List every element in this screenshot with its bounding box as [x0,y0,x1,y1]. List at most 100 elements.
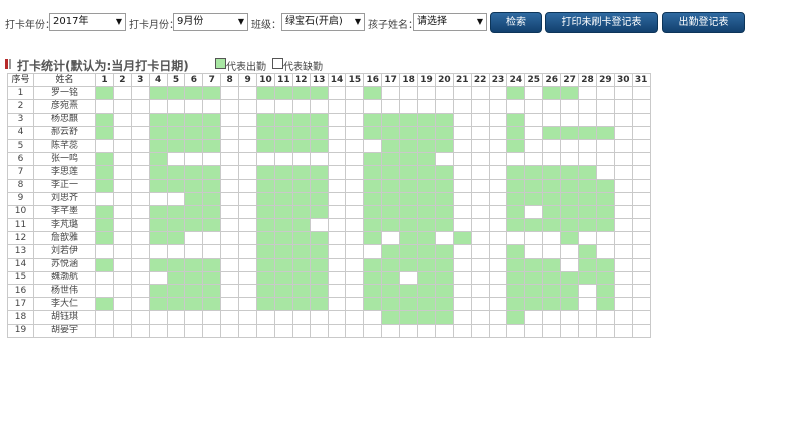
attendance-cell-absent [238,218,258,233]
attendance-cell-absent [220,165,240,180]
attendance-cell-absent [220,283,240,299]
attendance-cell-absent [130,99,150,114]
header-day: 21 [452,72,472,88]
attendance-cell-absent [220,112,240,127]
attendance-cell-absent [470,99,490,114]
attendance-cell-present [273,112,293,127]
attendance-cell-absent [631,204,651,220]
child-name: 罗一铭 [33,86,96,101]
attendance-cell-present [560,283,580,299]
attendance-cell-absent [417,323,436,338]
attendance-cell-absent [452,283,472,299]
header-day: 17 [381,72,401,88]
attendance-cell-absent [238,231,258,246]
attendance-cell-absent [613,191,633,206]
print-unswiped-button[interactable]: 打印未刷卡登记表 [545,12,658,33]
attendance-cell-absent [327,191,347,206]
header-day: 2 [112,72,132,88]
attendance-cell-absent [112,86,132,101]
attendance-cell-present [256,257,275,272]
attendance-cell-absent [524,204,544,220]
attendance-cell-present [363,178,383,193]
attendance-cell-absent [220,231,240,246]
row-number: 8 [7,178,34,193]
attendance-cell-absent [202,323,222,338]
child-name: 苏悦涵 [33,257,96,272]
attendance-cell-absent [488,297,508,312]
attendance-cell-present [506,86,526,101]
attendance-cell-present [542,204,562,220]
attendance-cell-present [291,112,311,127]
table-row: 8 李正一 [7,178,651,193]
attendance-cell-present [399,165,419,180]
row-number: 7 [7,165,34,180]
child-name: 彦宛熹 [33,99,96,114]
attendance-cell-present [273,86,293,101]
attendance-cell-present [578,270,597,286]
attendance-cell-present [417,257,436,272]
attendance-cell-present [363,152,383,167]
attendance-cell-absent [631,297,651,312]
attendance-cell-present [148,297,168,312]
attendance-cell-absent [578,99,597,114]
attendance-cell-absent [452,257,472,272]
attendance-cell-absent [506,99,526,114]
child-name: 刘思齐 [33,191,96,206]
attendance-cell-absent [130,165,150,180]
attendance-cell-present [309,165,329,180]
attendance-cell-present [363,165,383,180]
attendance-cell-present [434,244,454,259]
child-select-value: 请选择 [417,16,447,27]
row-number: 2 [7,99,34,114]
header-day: 28 [578,72,597,88]
attendance-cell-present [381,178,401,193]
attendance-cell-present [291,191,311,206]
attendance-cell-absent [112,297,132,312]
attendance-cell-absent [345,86,365,101]
attendance-cell-absent [363,323,383,338]
attendance-cell-absent [488,86,508,101]
header-day: 16 [363,72,383,88]
attendance-cell-present [291,204,311,220]
attendance-cell-absent [95,138,114,154]
attendance-cell-absent [309,218,329,233]
table-row: 19 胡晏宇 [7,323,651,338]
attendance-cell-absent [488,152,508,167]
attendance-cell-absent [452,138,472,154]
attendance-cell-absent [381,231,401,246]
table-row: 11 李芃璐 [7,218,651,233]
attendance-cell-present [202,257,222,272]
month-select[interactable]: 9月份 ▼ [173,13,248,31]
attendance-cell-absent [631,138,651,154]
table-row: 3 杨忠麒 [7,112,651,127]
attendance-register-button[interactable]: 出勤登记表 [662,12,745,33]
attendance-cell-present [399,125,419,140]
attendance-cell-present [273,165,293,180]
attendance-cell-absent [309,323,329,338]
year-select[interactable]: 2017年 ▼ [49,13,126,31]
attendance-cell-absent [631,244,651,259]
attendance-cell-absent [130,86,150,101]
attendance-cell-present [184,138,204,154]
attendance-cell-absent [95,270,114,286]
attendance-cell-absent [434,86,454,101]
attendance-cell-absent [363,138,383,154]
attendance-cell-absent [309,152,329,167]
search-button[interactable]: 检索 [490,12,542,33]
attendance-cell-absent [112,218,132,233]
class-select[interactable]: 绿宝石(开启) ▼ [281,13,365,31]
attendance-cell-present [291,283,311,299]
attendance-cell-absent [506,231,526,246]
attendance-cell-absent [238,112,258,127]
attendance-cell-absent [452,178,472,193]
attendance-cell-absent [95,323,114,338]
attendance-cell-absent [560,152,580,167]
attendance-cell-absent [130,218,150,233]
attendance-cell-absent [345,257,365,272]
child-select[interactable]: 请选择 ▼ [413,13,487,31]
section-header: 打卡统计(默认为:当月打卡日期) 代表出勤 代表缺勤 [5,57,605,73]
table-row: 13 刘若伊 [7,244,651,259]
attendance-cell-present [256,244,275,259]
attendance-cell-present [184,125,204,140]
attendance-cell-absent [363,244,383,259]
